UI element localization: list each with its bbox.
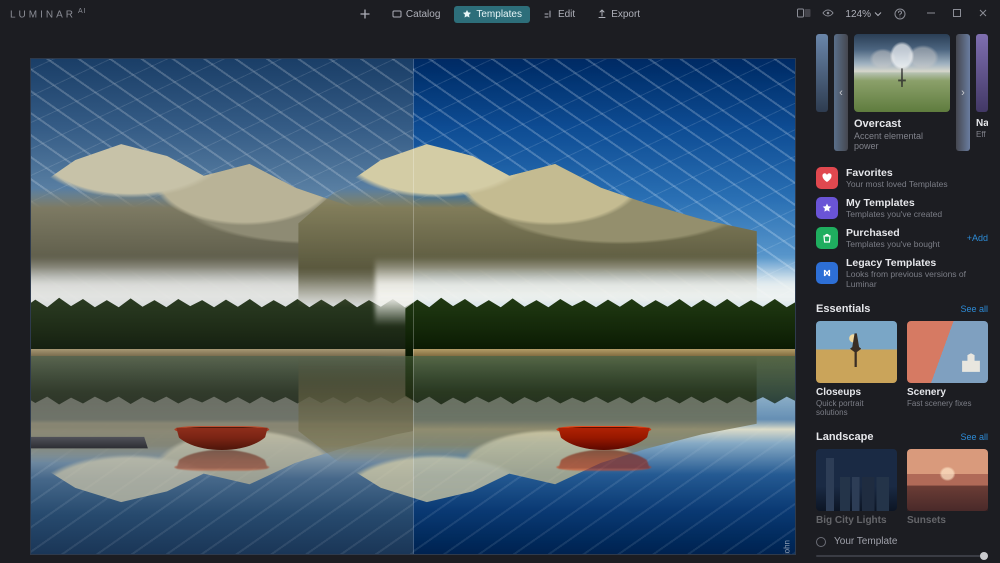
zoom-value: 124% bbox=[845, 9, 871, 20]
carousel-prev[interactable]: ‹ bbox=[834, 34, 848, 151]
panel-footer: Your Template bbox=[816, 526, 988, 563]
category-subtitle: Templates you've bought bbox=[846, 239, 940, 249]
tile-subtitle: Quick portrait solutions bbox=[816, 399, 897, 417]
edit-label: Edit bbox=[558, 9, 575, 20]
category-my-templates[interactable]: My TemplatesTemplates you've created bbox=[816, 197, 988, 219]
heart-icon bbox=[816, 167, 838, 189]
section-essentials: Essentials See all Closeups Quick portra… bbox=[816, 303, 988, 417]
app-logo: LUMINARAI bbox=[10, 8, 87, 20]
category-legacy[interactable]: Legacy TemplatesLooks from previous vers… bbox=[816, 257, 988, 289]
legacy-icon bbox=[816, 262, 838, 284]
category-subtitle: Your most loved Templates bbox=[846, 179, 948, 189]
templates-label: Templates bbox=[476, 9, 522, 20]
chevron-down-icon bbox=[874, 10, 882, 18]
compare-before bbox=[31, 59, 413, 554]
carousel-card-overcast[interactable]: Overcast Accent elemental power bbox=[854, 34, 950, 151]
app-name: LUMINAR bbox=[10, 9, 76, 20]
close-icon[interactable] bbox=[978, 8, 990, 20]
section-title: Essentials bbox=[816, 303, 870, 315]
top-right: 124% bbox=[797, 8, 990, 20]
export-icon bbox=[597, 9, 607, 19]
see-all-link[interactable]: See all bbox=[960, 304, 988, 314]
tile-thumb bbox=[816, 449, 897, 511]
category-title: My Templates bbox=[846, 197, 942, 209]
category-list: FavoritesYour most loved Templates My Te… bbox=[816, 167, 988, 289]
category-subtitle: Looks from previous versions of Luminar bbox=[846, 269, 988, 289]
edit-icon bbox=[544, 9, 554, 19]
catalog-icon bbox=[392, 9, 402, 19]
tile-thumb bbox=[907, 321, 988, 383]
image-canvas[interactable]: © Silverjohn bbox=[30, 58, 796, 555]
tile-title: Closeups bbox=[816, 387, 897, 398]
plus-icon bbox=[360, 9, 370, 19]
carousel-subtitle: Accent elemental power bbox=[854, 131, 950, 151]
section-landscape: Landscape See all Big City Lights Sunset… bbox=[816, 431, 988, 526]
preview-icon[interactable] bbox=[821, 8, 833, 20]
tile-thumb bbox=[816, 321, 897, 383]
category-purchased[interactable]: PurchasedTemplates you've bought +Add bbox=[816, 227, 988, 249]
category-title: Purchased bbox=[846, 227, 940, 239]
tile-closeups[interactable]: Closeups Quick portrait solutions bbox=[816, 321, 897, 417]
tile-title: Big City Lights bbox=[816, 515, 897, 526]
carousel-title: Overcast bbox=[854, 118, 950, 130]
maximize-icon[interactable] bbox=[952, 8, 964, 20]
templates-panel: ‹ Overcast Accent elemental power › Na E… bbox=[810, 28, 1000, 563]
slider-knob[interactable] bbox=[980, 552, 988, 560]
bag-icon bbox=[816, 227, 838, 249]
export-label: Export bbox=[611, 9, 640, 20]
top-bar: LUMINARAI Catalog Templates Edit Export … bbox=[0, 0, 1000, 28]
category-title: Favorites bbox=[846, 167, 948, 179]
compare-icon[interactable] bbox=[797, 8, 809, 20]
star-icon bbox=[816, 197, 838, 219]
add-button[interactable] bbox=[352, 6, 378, 23]
see-all-link[interactable]: See all bbox=[960, 432, 988, 442]
tile-title: Sunsets bbox=[907, 515, 988, 526]
zoom-control[interactable]: 124% bbox=[845, 9, 882, 20]
export-tab[interactable]: Export bbox=[589, 6, 648, 23]
template-carousel: ‹ Overcast Accent elemental power › Na E… bbox=[816, 34, 988, 151]
minimize-icon[interactable] bbox=[926, 8, 938, 20]
add-link[interactable]: +Add bbox=[967, 233, 988, 243]
category-title: Legacy Templates bbox=[846, 257, 988, 269]
catalog-label: Catalog bbox=[406, 9, 440, 20]
carousel-peek-right[interactable]: Na Eff bbox=[976, 34, 988, 151]
templates-icon bbox=[462, 9, 472, 19]
section-title: Landscape bbox=[816, 431, 873, 443]
viewer: © Silverjohn bbox=[0, 28, 810, 563]
tile-title: Scenery bbox=[907, 387, 988, 398]
tile-bigcity[interactable]: Big City Lights bbox=[816, 449, 897, 526]
templates-tab[interactable]: Templates bbox=[454, 6, 530, 23]
image-credit: © Silverjohn bbox=[782, 540, 791, 555]
compare-divider[interactable] bbox=[413, 59, 414, 554]
app-suffix: AI bbox=[78, 8, 87, 15]
carousel-next[interactable]: › bbox=[956, 34, 970, 151]
compare-after bbox=[413, 59, 795, 554]
edit-tab[interactable]: Edit bbox=[536, 6, 583, 23]
intensity-slider[interactable] bbox=[816, 555, 988, 557]
tile-thumb bbox=[907, 449, 988, 511]
carousel-thumb bbox=[854, 34, 950, 112]
tile-subtitle: Fast scenery fixes bbox=[907, 399, 988, 408]
footer-label: Your Template bbox=[834, 536, 897, 547]
help-icon[interactable] bbox=[894, 8, 906, 20]
catalog-tab[interactable]: Catalog bbox=[384, 6, 448, 23]
category-favorites[interactable]: FavoritesYour most loved Templates bbox=[816, 167, 988, 189]
category-subtitle: Templates you've created bbox=[846, 209, 942, 219]
tile-sunsets[interactable]: Sunsets bbox=[907, 449, 988, 526]
carousel-peek-left[interactable] bbox=[816, 34, 828, 151]
main: © Silverjohn ‹ Overcast Accent elemental… bbox=[0, 28, 1000, 563]
tile-scenery[interactable]: Scenery Fast scenery fixes bbox=[907, 321, 988, 417]
template-indicator-icon bbox=[816, 537, 826, 547]
window-controls bbox=[926, 8, 990, 20]
